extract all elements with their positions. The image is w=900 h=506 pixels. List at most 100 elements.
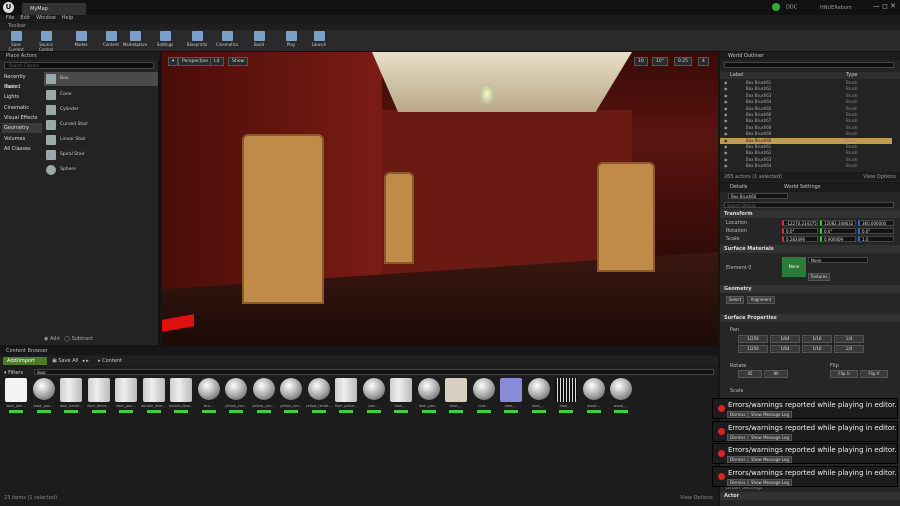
search-classes-input[interactable]: Search Classes [4,62,154,69]
menu-file[interactable]: File [6,15,14,21]
category-basic[interactable]: Basic [2,82,42,92]
asset-thumbnail[interactable] [280,378,302,400]
asset-thumbnail[interactable] [5,378,27,402]
asset-thumbnail[interactable] [527,378,550,400]
rotate-45-button[interactable]: 45 [738,370,762,378]
pan-1-4-u[interactable]: 1/4 [834,335,864,343]
category-lights[interactable]: Lights [2,92,42,102]
build-button[interactable]: Build [246,31,272,51]
category-recently-placed[interactable]: Recently Placed [2,72,42,90]
launch-button[interactable]: Launch [306,31,332,51]
show-message-log-button[interactable]: Show Message Log [748,411,793,418]
asset-thumbnail[interactable] [472,378,495,400]
category-visual-effects[interactable]: Visual Effects [2,113,42,123]
marketplace-button[interactable]: Marketplace [122,31,148,51]
pan-1-256-v[interactable]: 1/256 [738,345,768,353]
menu-edit[interactable]: Edit [20,15,30,21]
document-tab[interactable]: MyMap [22,3,86,15]
outliner-search-input[interactable] [724,62,894,68]
door-right[interactable] [597,162,655,272]
show-message-log-button[interactable]: Show Message Log [748,478,793,486]
visibility-eye-icon[interactable]: ◉ [724,163,728,169]
show-button[interactable]: Show [228,57,249,66]
add-import-button[interactable]: Add/Import [3,357,47,365]
asset-thumbnail[interactable] [610,378,632,400]
outliner-row[interactable]: ◉ Box Brush64 Brush [720,163,892,169]
brush-mode-toggle[interactable]: ◉ Add ◯ Subtract [44,336,93,342]
window-controls[interactable]: — ◻ ✕ [873,2,896,10]
modes-button[interactable]: Modes [68,31,94,51]
dismiss-button[interactable]: Dismiss [727,411,749,418]
asset-thumbnail[interactable] [417,378,440,400]
content-search-input[interactable]: door [34,369,714,375]
alignment-button[interactable]: Alignment [747,296,775,304]
asset-thumbnail[interactable] [252,378,275,400]
flip-v-button[interactable]: Flip V [860,370,888,378]
show-message-log-button[interactable]: Show Message Log [748,433,793,441]
cinematics-button[interactable]: Cinematics [214,31,240,51]
rotation-y[interactable]: 0.0° [820,228,856,234]
ddc-status[interactable]: DDC [772,3,797,11]
asset-thumbnail[interactable] [335,378,357,402]
history-nav[interactable]: ◂ ▸ [82,358,89,364]
location-x[interactable]: -12270.234375 [782,220,818,226]
asset-thumbnail[interactable] [582,378,605,400]
asset-thumbnail[interactable] [555,378,577,402]
grid-snap-button[interactable]: 10 [634,57,648,66]
pan-1-16-u[interactable]: 1/16 [802,335,832,343]
location-z[interactable]: 360.000000 [858,220,894,226]
settings-button[interactable]: Settings [152,31,178,51]
rotation-z[interactable]: 0.0° [858,228,894,234]
asset-thumbnail[interactable] [197,378,220,400]
flip-u-button[interactable]: Flip U [830,370,858,378]
tab-world-settings[interactable]: World Settings [784,184,820,190]
save-all-button[interactable]: ▣ Save All [52,358,78,364]
scale-y[interactable]: 0.900009 [820,236,856,242]
menu-window[interactable]: Window [36,15,56,21]
filters-button[interactable]: ▾ Filters [4,370,23,376]
surface-properties-section[interactable]: Surface Properties [720,314,900,322]
asset-thumbnail[interactable] [362,378,385,400]
asset-thumbnail[interactable] [500,378,522,402]
asset-thumbnail[interactable] [142,378,165,402]
asset-thumbnail[interactable] [60,378,82,402]
tab-details[interactable]: Details [730,184,747,190]
pan-1-256-u[interactable]: 1/256 [738,335,768,343]
pan-1-64-v[interactable]: 1/64 [770,345,800,353]
transform-section[interactable]: Transform [720,210,900,218]
menu-help[interactable]: Help [62,15,73,21]
scale-x[interactable]: 0.283496 [782,236,818,242]
dismiss-button[interactable]: Dismiss [727,478,749,486]
content-button[interactable]: Content [98,31,124,51]
scale-snap-button[interactable]: 0.25 [674,57,693,66]
save-current-button[interactable]: Save Current [3,31,29,52]
select-button[interactable]: Select [726,296,744,304]
category-all-classes[interactable]: All Classes [2,144,42,154]
material-swatch[interactable]: None [782,257,806,277]
actor-item-cone[interactable]: Cone [44,88,158,102]
dismiss-button[interactable]: Dismiss [727,456,749,463]
asset-thumbnail[interactable] [170,378,192,402]
textures-button[interactable]: Textures [808,273,830,281]
asset-thumbnail[interactable] [390,378,412,402]
blueprints-button[interactable]: Blueprints [184,31,210,51]
location-y[interactable]: 12082.348632 [820,220,856,226]
lit-button[interactable]: Lit [210,57,224,66]
surface-materials-section[interactable]: Surface Materials [720,245,900,253]
actor-item-spiral-stair[interactable]: Spiral Stair [44,148,158,162]
content-view-options[interactable]: View Options [680,495,713,501]
rotation-x[interactable]: 0.0° [782,228,818,234]
perspective-button[interactable]: Perspective [178,57,213,66]
play-button[interactable]: Play [278,31,304,51]
asset-thumbnail[interactable] [87,378,110,402]
camera-speed-button[interactable]: 4 [698,57,709,66]
actor-item-curved-stair[interactable]: Curved Stair [44,118,158,132]
asset-thumbnail[interactable] [32,378,55,400]
scale-z[interactable]: 1.0 [858,236,894,242]
actor-item-cylinder[interactable]: Cylinder [44,103,158,117]
angle-snap-button[interactable]: 10° [652,57,668,66]
dismiss-button[interactable]: Dismiss [727,433,749,441]
show-message-log-button[interactable]: Show Message Log [748,456,793,463]
source-control-button[interactable]: Source Control [33,31,59,52]
actor-item-linear-stair[interactable]: Linear Stair [44,133,158,147]
